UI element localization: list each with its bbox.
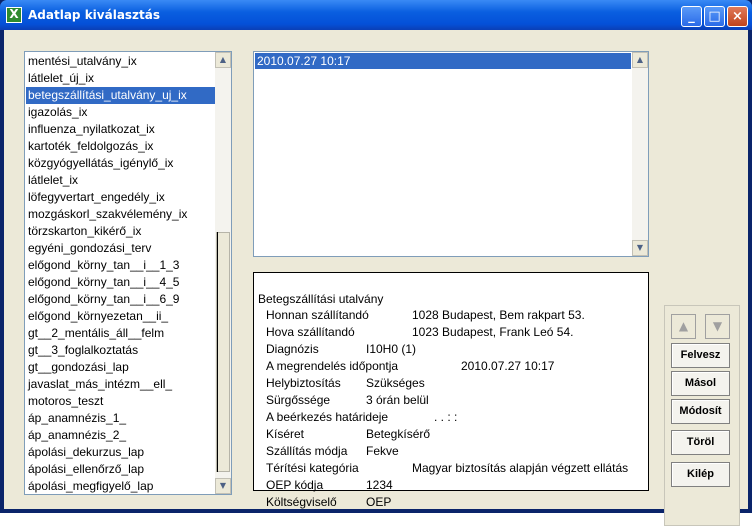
detail-field-label: Kíséret xyxy=(266,427,305,441)
form-list-item[interactable]: kartoték_feldolgozás_ix xyxy=(26,138,216,155)
scroll-up-arrow-icon[interactable]: ▲ xyxy=(632,52,648,68)
maximize-button[interactable]: □ xyxy=(704,6,725,27)
detail-field-label: A beérkezés határideje xyxy=(266,410,389,424)
detail-field-value: OEP xyxy=(366,495,392,509)
detail-field-value: Betegkísérő xyxy=(366,427,431,441)
date-list-item[interactable]: 2010.07.27 10:17 xyxy=(255,53,631,69)
form-list-item[interactable]: előgond_környezetan__ii_ xyxy=(26,308,216,325)
form-list-item[interactable]: mozgáskorl_szakvélemény_ix xyxy=(26,206,216,223)
detail-field-value: Szükséges xyxy=(366,376,425,390)
form-list-item[interactable]: ápolási_ellenőrző_lap xyxy=(26,461,216,478)
detail-field-label: Sürgőssége xyxy=(266,393,331,407)
move-down-button[interactable]: ▼ xyxy=(705,314,730,339)
form-list-item[interactable]: áp_anamnézis_2_ xyxy=(26,427,216,444)
detail-field-value: 3 órán belül xyxy=(366,393,429,407)
form-list-item[interactable]: mentési_utalvány_ix xyxy=(26,53,216,70)
form-list-item[interactable]: előgond_körny_tan__i__1_3 xyxy=(26,257,216,274)
scroll-down-arrow-icon[interactable]: ▼ xyxy=(632,240,648,256)
record-date-list[interactable]: 2010.07.27 10:17 ▲ ▼ xyxy=(253,51,649,257)
detail-row: A megrendelés időpontja 2010.07.27 10:17 xyxy=(266,358,642,374)
record-detail-panel: Betegszállítási utalvány Honnan szállíta… xyxy=(253,272,649,509)
detail-field-label: Honnan szállítandó xyxy=(266,308,369,322)
form-list-item[interactable]: egyéni_gondozási_terv xyxy=(26,240,216,257)
detail-field-label: Költségviselő xyxy=(266,495,337,509)
detail-field-value: I10H0 (1) xyxy=(366,342,417,356)
detail-field-value: 1028 Budapest, Bem rakpart 53. xyxy=(412,308,585,322)
torol-button[interactable]: Töröl xyxy=(671,430,730,455)
form-list-item[interactable]: javaslat_más_intézm__ell_ xyxy=(26,376,216,393)
scroll-thumb[interactable] xyxy=(216,232,230,472)
excel-app-icon: X xyxy=(6,7,22,23)
scroll-thumb-edge xyxy=(217,232,218,472)
form-list-item[interactable]: motoros_teszt xyxy=(26,393,216,410)
detail-row: Diagnózis I10H0 (1) xyxy=(266,341,642,357)
detail-row: Helybiztosítás Szükséges xyxy=(266,375,642,391)
detail-row: Kíséret Betegkísérő xyxy=(266,426,642,442)
detail-row: Szállítás módja Fekve xyxy=(266,443,642,459)
detail-row: Honnan szállítandó 1028 Budapest, Bem rak… xyxy=(266,307,642,323)
form-list-item[interactable]: gt__3_foglalkoztatás xyxy=(26,342,216,359)
scroll-down-arrow-icon[interactable]: ▼ xyxy=(215,478,231,494)
felvesz-button[interactable]: Felvesz xyxy=(671,343,730,368)
detail-row: A beérkezés határideje . . : : xyxy=(266,409,642,425)
form-list-item[interactable]: influenza_nyilatkozat_ix xyxy=(26,121,216,138)
form-list-item[interactable]: áp_anamnézis_1_ xyxy=(26,410,216,427)
form-list-item[interactable]: látlelet_új_ix xyxy=(26,70,216,87)
detail-field-label: Hova szállítandó xyxy=(266,325,355,339)
action-button-panel: ▲ ▼ Felvesz Másol Módosít Töröl Kilép xyxy=(664,305,740,526)
detail-field-label: Szállítás módja xyxy=(266,444,348,458)
detail-field-value: . . : : xyxy=(434,410,458,424)
form-list-item[interactable]: közgyógyellátás_igénylő_ix xyxy=(26,155,216,172)
form-list-item[interactable]: ápolási_dekurzus_lap xyxy=(26,444,216,461)
scroll-up-arrow-icon[interactable]: ▲ xyxy=(215,52,231,68)
detail-field-label: Helybiztosítás xyxy=(266,376,341,390)
minimize-button[interactable]: _ xyxy=(681,6,702,27)
form-list-item[interactable]: igazolás_ix xyxy=(26,104,216,121)
detail-row: Sürgőssége 3 órán belül xyxy=(266,392,642,408)
app-window: X Adatlap kiválasztás _ □ × mentési_utal… xyxy=(0,0,752,526)
detail-field-label: A megrendelés időpontja xyxy=(266,359,399,373)
date-list-scrollbar[interactable]: ▲ ▼ xyxy=(632,52,648,256)
detail-field-label: Diagnózis xyxy=(266,342,319,356)
kilep-button[interactable]: Kilép xyxy=(671,462,730,487)
move-up-button[interactable]: ▲ xyxy=(671,314,696,339)
detail-row: Térítési kategória Magyar biztosítás alap… xyxy=(266,460,642,476)
close-button[interactable]: × xyxy=(727,6,748,27)
form-list-item[interactable]: gt__2_mentális_áll__felm xyxy=(26,325,216,342)
detail-heading: Betegszállítási utalvány xyxy=(258,292,384,306)
detail-row: Hova szállítandó 1023 Budapest, Frank Leó… xyxy=(266,324,642,340)
form-list-item[interactable]: előgond_körny_tan__i__6_9 xyxy=(26,291,216,308)
detail-field-label: Térítési kategória xyxy=(266,461,359,475)
detail-row: Költségviselő OEP xyxy=(266,494,642,510)
form-list-item[interactable]: törzskarton_kikérő_ix xyxy=(26,223,216,240)
dialog-client-area: mentési_utalvány_ix látlelet_új_ix betegsz… xyxy=(4,30,748,526)
form-list-item[interactable]: betegszállítási_utalvány_uj_ix xyxy=(26,87,216,104)
masol-button[interactable]: Másol xyxy=(671,371,730,396)
detail-field-label: OEP kódja xyxy=(266,478,324,492)
detail-field-value: 2010.07.27 10:17 xyxy=(461,359,555,373)
title-bar[interactable]: X Adatlap kiválasztás _ □ × xyxy=(0,0,752,30)
detail-field-value: Fekve xyxy=(366,444,399,458)
form-list-item[interactable]: előgond_körny_tan__i__4_5 xyxy=(26,274,216,291)
form-list-items: mentési_utalvány_ix látlelet_új_ix betegsz… xyxy=(26,53,216,494)
modosit-button[interactable]: Módosít xyxy=(671,399,730,424)
detail-field-value: 1234 xyxy=(366,478,393,492)
form-list-item[interactable]: látlelet_ix xyxy=(26,172,216,189)
form-list[interactable]: mentési_utalvány_ix látlelet_új_ix betegsz… xyxy=(24,51,232,495)
detail-row: OEP kódja 1234 xyxy=(266,477,642,493)
detail-field-value: 1023 Budapest, Frank Leó 54. xyxy=(412,325,574,339)
form-list-item[interactable]: gt__gondozási_lap xyxy=(26,359,216,376)
form-list-scrollbar[interactable]: ▲ ▼ xyxy=(215,52,231,494)
form-list-item[interactable]: ápolási_megfigyelő_lap xyxy=(26,478,216,494)
window-title: Adatlap kiválasztás xyxy=(28,8,161,22)
form-list-item[interactable]: löfegyvertart_engedély_ix xyxy=(26,189,216,206)
detail-field-value: Magyar biztosítás alapján végzett ellátá… xyxy=(412,461,629,475)
